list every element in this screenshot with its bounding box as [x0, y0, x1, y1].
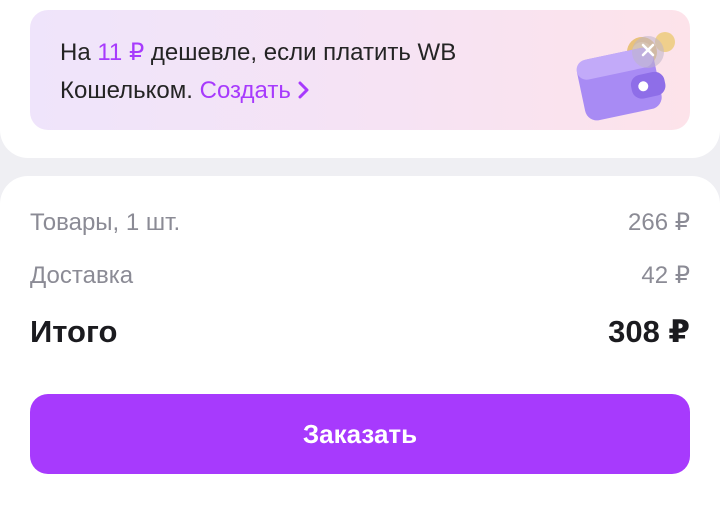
delivery-value: 42 ₽: [641, 262, 690, 289]
total-row: Итого 308 ₽: [30, 314, 690, 350]
total-label: Итого: [30, 314, 118, 349]
total-value: 308 ₽: [608, 314, 690, 349]
promo-prefix: На: [60, 39, 91, 66]
items-row: Товары, 1 шт. 266 ₽: [30, 208, 690, 237]
create-wallet-link-label: Создать: [199, 77, 291, 104]
items-label: Товары, 1 шт.: [30, 209, 181, 236]
promo-discount: 11 ₽: [97, 39, 145, 66]
promo-text: На 11 ₽ дешевле, если платить WB Кошельк…: [60, 34, 530, 111]
chevron-right-icon: [297, 73, 309, 111]
items-value: 266 ₽: [628, 209, 690, 236]
wallet-icon: [570, 22, 680, 122]
close-icon: [641, 43, 655, 62]
order-button[interactable]: Заказать: [30, 394, 690, 474]
create-wallet-link[interactable]: Создать: [200, 77, 309, 104]
close-button[interactable]: [632, 36, 664, 68]
delivery-label: Доставка: [30, 262, 134, 289]
delivery-row: Доставка 42 ₽: [30, 261, 690, 290]
wallet-promo-banner: На 11 ₽ дешевле, если платить WB Кошельк…: [30, 10, 690, 130]
order-button-label: Заказать: [302, 418, 418, 449]
